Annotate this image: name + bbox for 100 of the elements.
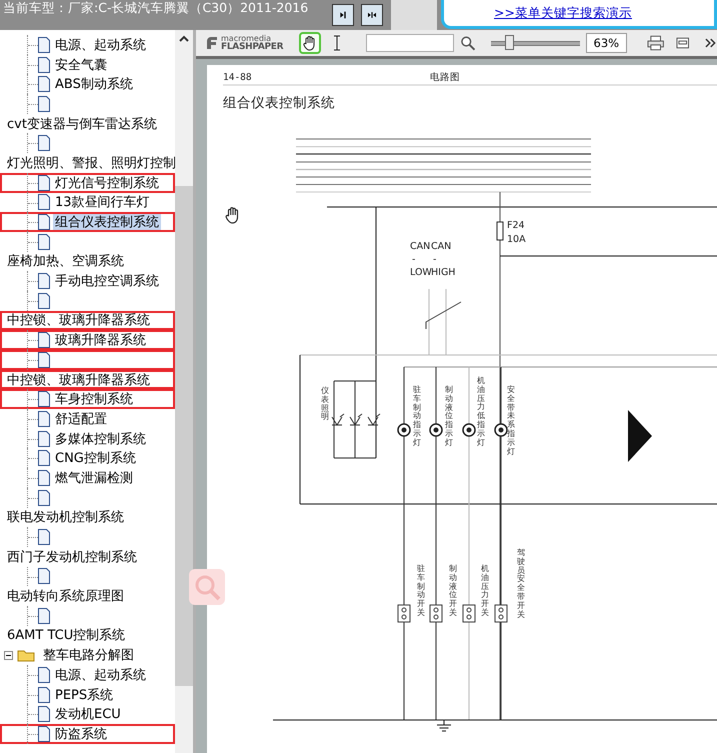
document-icon [37, 529, 51, 546]
document-icon [37, 174, 51, 191]
tree-item[interactable]: 玻璃升降器系统 [53, 331, 148, 350]
document-icon [37, 608, 51, 624]
tree-item[interactable]: 中控锁、玻璃升降器系统 [5, 311, 152, 330]
switch-label: 制动液位开关 [449, 565, 457, 618]
switch-symbol [398, 604, 410, 622]
document-icon [37, 470, 51, 486]
document-icon [37, 234, 51, 250]
tree-item[interactable]: 联电发动机控制系统 [5, 508, 126, 526]
switch-label: 驾驶员安全带开关 [517, 549, 525, 620]
indicator-label: 机油压力低指示灯 [477, 377, 485, 448]
document-icon [37, 135, 51, 152]
fit-button[interactable] [361, 4, 383, 26]
search-icon[interactable] [460, 35, 476, 51]
tree-item[interactable]: 组合仪表控制系统 [53, 213, 161, 232]
fuse-label: F24 [507, 220, 525, 231]
document-icon [37, 568, 51, 584]
can-label: CAN [431, 241, 452, 252]
document-icon [37, 36, 51, 53]
page-section: 电路图 [430, 72, 460, 83]
car-model-text: 当前车型：厂家:C-长城汽车腾翼（C30）2011-2016 [2, 0, 310, 15]
tree-item[interactable]: PEPS系统 [53, 686, 116, 704]
indicator-lamp-icon [397, 423, 411, 437]
folder-icon [17, 648, 35, 662]
tree-item[interactable]: CNG控制系统 [53, 449, 138, 468]
tree-item[interactable]: 灯光信号控制系统 [53, 174, 161, 192]
document-icon [37, 96, 51, 112]
can-label: HIGH [431, 267, 456, 278]
document-icon [37, 56, 51, 73]
document-icon [37, 214, 51, 230]
indicator-lamp-icon [462, 423, 476, 437]
document-icon [37, 666, 51, 683]
tree-item[interactable]: ABS制动系统 [53, 75, 135, 94]
tree-item[interactable]: 6AMT TCU控制系统 [5, 626, 128, 644]
can-dash: - [412, 254, 416, 265]
zoom-slider-thumb[interactable] [505, 35, 514, 50]
tree-item[interactable]: 车身控制系统 [53, 390, 135, 408]
document-icon [37, 726, 51, 742]
logo-mark-icon [204, 36, 218, 50]
tree-item[interactable]: 多媒体控制系统 [53, 430, 148, 448]
tree-item[interactable]: 西门子发动机控制系统 [5, 548, 139, 566]
tree-item[interactable]: 手动电控空调系统 [53, 272, 161, 290]
search-field[interactable] [366, 34, 454, 52]
document-icon [37, 194, 51, 210]
tree-item[interactable]: 中控锁、玻璃升降器系统 [5, 370, 152, 389]
indicator-lamp-icon [429, 423, 443, 437]
tree-item[interactable]: 13款昼间行车灯 [53, 193, 152, 212]
text-cursor-icon [332, 35, 342, 51]
document-icon [37, 352, 51, 368]
indicator-lamp-icon [494, 423, 508, 437]
document-icon [37, 706, 51, 722]
indicator-label: 制动液位指示灯 [445, 386, 453, 448]
switch-label: 机油压力开关 [481, 565, 489, 618]
more-chevron-icon[interactable] [705, 37, 717, 49]
switch-symbol [430, 604, 442, 622]
page-view-icon[interactable] [676, 37, 690, 49]
page-number: 14-88 [223, 72, 252, 83]
collapse-icon[interactable] [4, 650, 13, 660]
arrow-bar-icon [339, 9, 347, 21]
illumination-label: 仪表照明 [321, 387, 329, 422]
tree-item[interactable]: 发动机ECU [53, 705, 123, 724]
document-icon [37, 76, 51, 92]
document-icon [37, 430, 51, 447]
switch-label: 驻车制动开关 [417, 565, 425, 618]
tree-item[interactable]: 防盗系统 [53, 724, 109, 743]
search-demo-link[interactable]: >>菜单关键字搜索演示 [494, 4, 632, 22]
tree-item[interactable]: 整车电路分解图 [41, 646, 136, 664]
tree-item[interactable]: 燃气泄漏检测 [53, 468, 135, 487]
switch-symbol [494, 604, 508, 622]
document-icon [37, 391, 51, 408]
tree-item[interactable]: 座椅加热、空调系统 [5, 252, 126, 270]
tree-item[interactable]: 灯光照明、警报、照明灯控制 [5, 154, 175, 172]
document-icon [37, 292, 51, 309]
print-icon[interactable] [646, 35, 664, 51]
hand-tool-button[interactable] [299, 32, 321, 54]
page-title: 组合仪表控制系统 [223, 95, 335, 111]
document-icon [37, 410, 51, 427]
tree-item[interactable]: 电源、起动系统 [53, 36, 148, 54]
tree-item[interactable]: 安全气囊 [53, 56, 109, 74]
can-label: CAN [410, 241, 430, 252]
next-frame-button[interactable] [332, 4, 354, 26]
twisted-pair-wire [426, 302, 462, 330]
scrollbar-thumb[interactable] [175, 186, 193, 686]
fuse-rating: 10A [507, 234, 526, 245]
document-icon [37, 450, 51, 466]
scrollbar[interactable] [175, 30, 193, 753]
flashpaper-logo: macromedia FLASHPAPER [204, 35, 284, 51]
document-icon [37, 490, 51, 506]
tree-item[interactable]: cvt变速器与倒车雷达系统 [5, 114, 159, 133]
switch-symbol [462, 604, 476, 622]
tree-item[interactable]: 电动转向系统原理图 [5, 587, 126, 606]
document-icon [37, 686, 51, 703]
cartoon-placeholder [391, 0, 437, 30]
document-icon [37, 273, 51, 290]
tree-item[interactable]: 电源、起动系统 [53, 666, 148, 684]
fuse-symbol [496, 222, 504, 240]
zoom-field[interactable]: 63% [586, 33, 627, 53]
tree-item[interactable]: 舒适配置 [53, 410, 109, 428]
can-dash: - [433, 254, 436, 265]
